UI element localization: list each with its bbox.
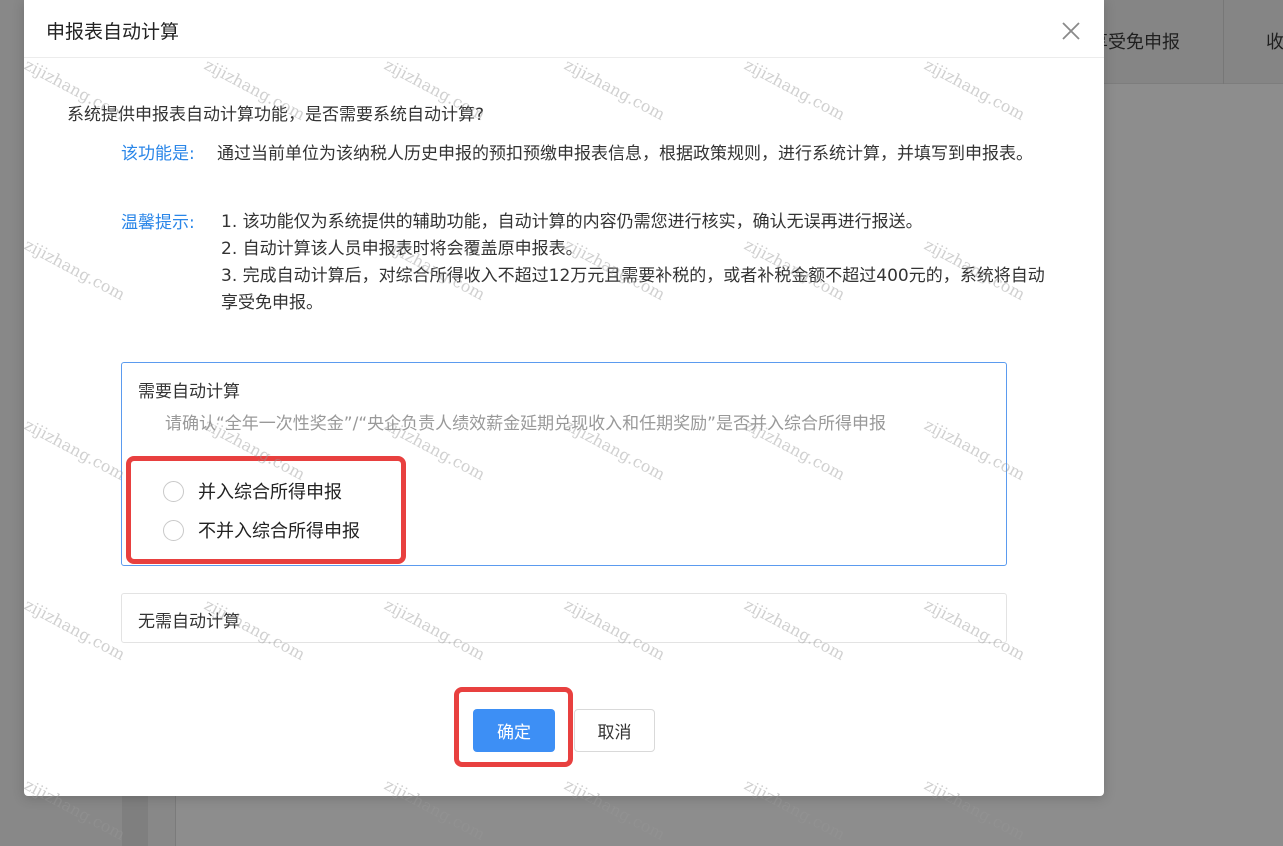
- tips-section: 温馨提示: 1. 该功能仅为系统提供的辅助功能，自动计算的内容仍需您进行核实，确…: [121, 209, 1061, 319]
- highlight-box-radios: [126, 456, 406, 564]
- dialog-header: 申报表自动计算: [24, 0, 1104, 58]
- dialog-title: 申报表自动计算: [46, 21, 180, 43]
- tip-item: 3. 完成自动计算后，对综合所得收入不超过12万元且需要补税的，或者补税金额不超…: [221, 266, 1045, 313]
- feature-label: 该功能是:: [121, 144, 195, 164]
- close-icon[interactable]: [1059, 19, 1083, 43]
- option-no-calc-title: 无需自动计算: [138, 612, 240, 632]
- feature-description: 该功能是: 通过当前单位为该纳税人历史申报的预扣预缴申报表信息，根据政策规则，进…: [121, 140, 1061, 200]
- cancel-button[interactable]: 取消: [574, 709, 655, 752]
- background-tabs: 享受免申报 收: [1090, 0, 1283, 84]
- option-auto-calc-title: 需要自动计算: [138, 382, 240, 402]
- tip-item: 1. 该功能仅为系统提供的辅助功能，自动计算的内容仍需您进行核实，确认无误再进行…: [221, 212, 923, 232]
- background-strip: [122, 790, 148, 846]
- tips-list: 1. 该功能仅为系统提供的辅助功能，自动计算的内容仍需您进行核实，确认无误再进行…: [221, 209, 1061, 317]
- background-tab-exempt[interactable]: 享受免申报: [1090, 0, 1224, 84]
- background-tab-income[interactable]: 收: [1266, 0, 1283, 84]
- option-no-calc[interactable]: 无需自动计算: [121, 593, 1007, 643]
- feature-text: 通过当前单位为该纳税人历史申报的预扣预缴申报表信息，根据政策规则，进行系统计算，…: [217, 144, 1033, 164]
- option-auto-calc-hint: 请确认“全年一次性奖金”/“央企负责人绩效薪金延期兑现收入和任期奖励”是否并入综…: [165, 414, 886, 434]
- dialog-question: 系统提供申报表自动计算功能，是否需要系统自动计算?: [67, 105, 485, 125]
- tip-item: 2. 自动计算该人员申报表时将会覆盖原申报表。: [221, 239, 583, 259]
- highlight-box-confirm: [454, 687, 573, 767]
- auto-calc-dialog: 申报表自动计算 系统提供申报表自动计算功能，是否需要系统自动计算? 该功能是: …: [24, 0, 1104, 796]
- tips-label: 温馨提示:: [121, 213, 195, 233]
